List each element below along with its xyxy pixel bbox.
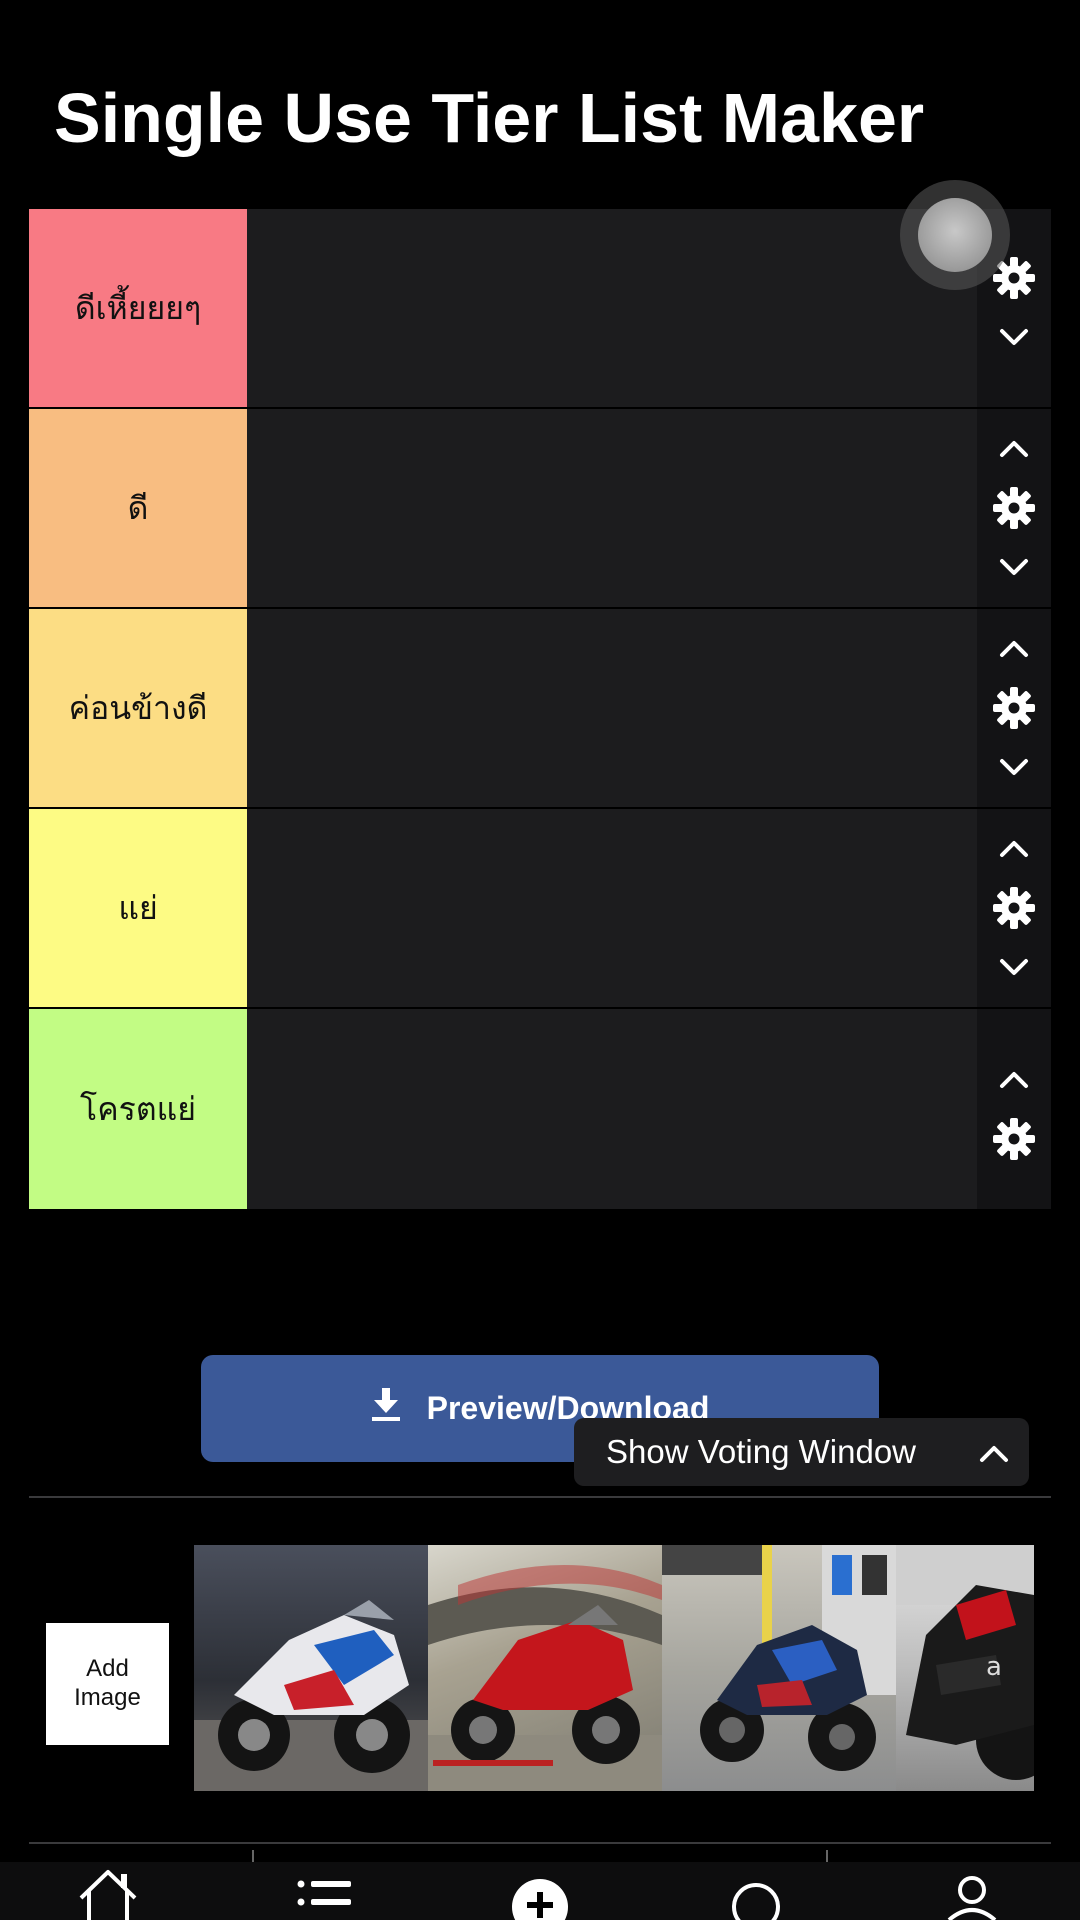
gear-icon[interactable] [984, 878, 1044, 938]
tier-row: แย่ [29, 809, 1051, 1009]
tier-label[interactable]: แย่ [29, 809, 247, 1007]
divider [29, 1496, 1051, 1498]
bmw-m1000rr-photo[interactable] [194, 1545, 428, 1791]
profile-icon [937, 1862, 1007, 1920]
voting-label: Show Voting Window [606, 1433, 917, 1470]
search-icon [721, 1862, 791, 1920]
tier-controls [977, 609, 1051, 807]
ducati-panigale-photo[interactable] [428, 1545, 662, 1791]
tier-label[interactable]: ดีเหี้ยยยๆ [29, 209, 247, 407]
nav-profile[interactable] [912, 1862, 1032, 1920]
chevron-up-icon [979, 1433, 1009, 1471]
gear-icon[interactable] [984, 1109, 1044, 1169]
add-image-button[interactable]: Add Image [46, 1623, 169, 1745]
chevron-up-icon[interactable] [984, 618, 1044, 678]
aprilia-rsv4-photo[interactable]: a [896, 1545, 1034, 1791]
tier-label[interactable]: ค่อนข้างดี [29, 609, 247, 807]
image-strip: a [194, 1545, 1034, 1791]
bottom-nav [0, 1862, 1080, 1920]
tier-row: ดีเหี้ยยยๆ [29, 209, 1051, 409]
tier-controls [977, 1009, 1051, 1209]
gear-icon[interactable] [984, 478, 1044, 538]
tier-drop-area[interactable] [247, 609, 977, 807]
nav-lists[interactable] [264, 1862, 384, 1920]
tier-label[interactable]: ดี [29, 409, 247, 607]
chevron-down-icon[interactable] [984, 738, 1044, 798]
chevron-down-icon[interactable] [984, 538, 1044, 598]
assistive-touch-button[interactable] [900, 180, 1010, 290]
nav-search[interactable] [696, 1862, 816, 1920]
tier-row: ดี [29, 409, 1051, 609]
tier-row: ค่อนข้างดี [29, 609, 1051, 809]
page-title: Single Use Tier List Maker [54, 79, 925, 157]
tier-board: ดีเหี้ยยยๆ ดี ค่อนข้างดี แย่ โครตแย่ [29, 209, 1051, 1209]
tier-drop-area[interactable] [247, 209, 977, 407]
assistive-touch-inner [918, 198, 992, 272]
svg-text:a: a [986, 1652, 1002, 1682]
divider [29, 1842, 1051, 1844]
tier-controls [977, 409, 1051, 607]
home-icon [73, 1862, 143, 1920]
tier-controls [977, 809, 1051, 1007]
tier-drop-area[interactable] [247, 409, 977, 607]
gear-icon[interactable] [984, 678, 1044, 738]
add-image-label: Add Image [74, 1655, 141, 1711]
tier-drop-area[interactable] [247, 809, 977, 1007]
chevron-up-icon[interactable] [984, 1049, 1044, 1109]
tier-row: โครตแย่ [29, 1009, 1051, 1209]
chevron-down-icon[interactable] [984, 308, 1044, 368]
bmw-m1000rr-station-photo[interactable] [662, 1545, 896, 1791]
nav-home[interactable] [48, 1862, 168, 1920]
nav-create[interactable] [480, 1862, 600, 1920]
download-icon [371, 1387, 401, 1430]
show-voting-window-button[interactable]: Show Voting Window [574, 1418, 1029, 1486]
tier-drop-area[interactable] [247, 1009, 977, 1209]
add-icon [505, 1862, 575, 1920]
chevron-up-icon[interactable] [984, 418, 1044, 478]
tier-label[interactable]: โครตแย่ [29, 1009, 247, 1209]
list-icon [289, 1862, 359, 1920]
chevron-down-icon[interactable] [984, 938, 1044, 998]
chevron-up-icon[interactable] [984, 818, 1044, 878]
